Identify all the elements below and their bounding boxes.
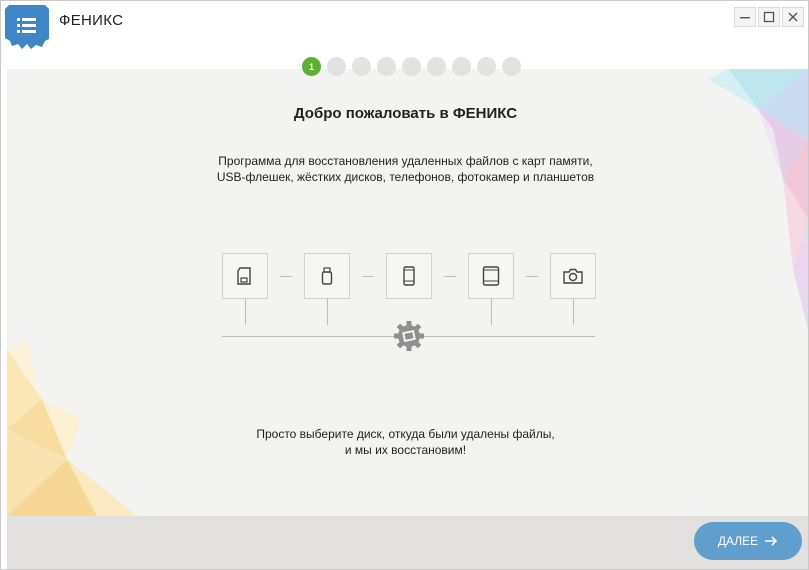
memory-card-icon — [237, 267, 251, 285]
step-4 — [377, 57, 396, 76]
device-tablet — [468, 253, 514, 299]
minimize-button[interactable] — [734, 7, 756, 27]
connector-dash — [280, 276, 292, 277]
description-line-2: USB-флешек, жёстких дисков, телефонов, ф… — [216, 170, 595, 184]
connector-line — [327, 299, 328, 325]
next-button[interactable]: ДАЛЕЕ — [694, 522, 802, 560]
window-controls — [734, 7, 804, 27]
camera-icon — [563, 268, 583, 284]
connector-dash — [444, 276, 456, 277]
connector-line — [573, 299, 574, 325]
step-8 — [477, 57, 496, 76]
step-7 — [452, 57, 471, 76]
close-icon — [788, 12, 798, 22]
description-line-1: Программа для восстановления удаленных ф… — [218, 154, 593, 168]
step-indicator: 1 — [302, 57, 521, 76]
welcome-description: Программа для восстановления удаленных ф… — [1, 153, 808, 185]
bottom-bar: ДАЛЕЕ — [7, 516, 808, 569]
step-9 — [502, 57, 521, 76]
recovery-gear-icon — [394, 321, 424, 351]
minimize-icon — [740, 17, 750, 19]
device-memory-card — [222, 253, 268, 299]
instruction-text: Просто выберите диск, откуда были удален… — [1, 426, 808, 458]
step-5 — [402, 57, 421, 76]
connector-dash — [526, 276, 538, 277]
maximize-button[interactable] — [758, 7, 780, 27]
device-phone — [386, 253, 432, 299]
close-button[interactable] — [782, 7, 804, 27]
step-2 — [327, 57, 346, 76]
instruction-line-2: и мы их восстановим! — [344, 443, 467, 457]
step-1: 1 — [302, 57, 321, 76]
step-3 — [352, 57, 371, 76]
step-6 — [427, 57, 446, 76]
next-button-label: ДАЛЕЕ — [717, 534, 759, 548]
instruction-line-1: Просто выберите диск, откуда были удален… — [256, 427, 555, 441]
device-usb-flash — [304, 253, 350, 299]
app-title: ФЕНИКС — [59, 12, 124, 29]
connector-line — [491, 299, 492, 325]
connector-line — [245, 299, 246, 325]
connector-dash — [362, 276, 374, 277]
arrow-right-icon — [765, 536, 778, 546]
menu-gear-icon[interactable] — [5, 5, 49, 49]
tablet-icon — [482, 266, 500, 286]
page-title: Добро пожаловать в ФЕНИКС — [293, 105, 518, 122]
device-diagram — [216, 251, 606, 361]
maximize-icon — [763, 11, 775, 23]
usb-flash-icon — [321, 267, 333, 285]
phone-icon — [403, 266, 415, 286]
app-window: ФЕНИКС 1 Добро пожаловать в ФЕНИКС Прогр… — [0, 0, 809, 570]
device-camera — [550, 253, 596, 299]
